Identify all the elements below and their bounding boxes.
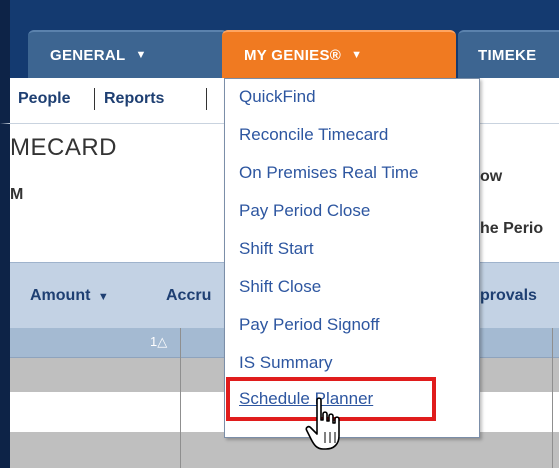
hand-pointer-icon (305, 397, 340, 450)
amount-menu-label: Amount (30, 287, 91, 304)
chevron-down-icon: ▼ (135, 49, 147, 61)
column-divider (180, 328, 181, 468)
menu-item-pay-period-signoff[interactable]: Pay Period Signoff (239, 315, 380, 335)
tab-general-label: GENERAL (50, 46, 126, 64)
menu-item-pay-period-close[interactable]: Pay Period Close (239, 201, 370, 221)
tab-my-genies[interactable]: MY GENIES® ▼ (222, 30, 456, 78)
menu-item-shift-close[interactable]: Shift Close (239, 277, 321, 297)
tab-timekeeping-label: TIMEKE (478, 46, 537, 64)
tab-timekeeping[interactable]: TIMEKE (458, 30, 559, 78)
menu-item-shift-start[interactable]: Shift Start (239, 239, 314, 259)
menu-item-reconcile-timecard[interactable]: Reconcile Timecard (239, 125, 388, 145)
tab-my-genies-label: MY GENIES® (244, 46, 342, 64)
amount-menu[interactable]: Amount ▼ (30, 287, 109, 305)
menu-item-is-summary[interactable]: IS Summary (239, 353, 333, 373)
subnav-reports-link[interactable]: Reports (104, 90, 164, 108)
column-divider (552, 328, 553, 468)
subnav-people-link[interactable]: People (18, 90, 70, 108)
page-title: MECARD (10, 134, 118, 161)
accruals-menu[interactable]: Accru (166, 287, 211, 305)
menu-item-quickfind[interactable]: QuickFind (239, 87, 316, 107)
chevron-down-icon: ▼ (351, 49, 363, 61)
subnav-divider (206, 88, 207, 110)
chevron-down-icon: ▼ (97, 291, 109, 303)
header-text-right: ow (480, 168, 503, 185)
tab-general[interactable]: GENERAL ▼ (28, 30, 228, 78)
sort-indicator[interactable]: 1△ (150, 334, 167, 350)
subnav-divider (94, 88, 95, 110)
time-period-label: he Perio (480, 220, 544, 237)
menu-item-on-premises-real-time[interactable]: On Premises Real Time (239, 163, 419, 183)
approvals-menu[interactable]: provals (480, 287, 537, 305)
page-subtitle: M (10, 186, 24, 203)
left-frame-border (0, 124, 10, 468)
